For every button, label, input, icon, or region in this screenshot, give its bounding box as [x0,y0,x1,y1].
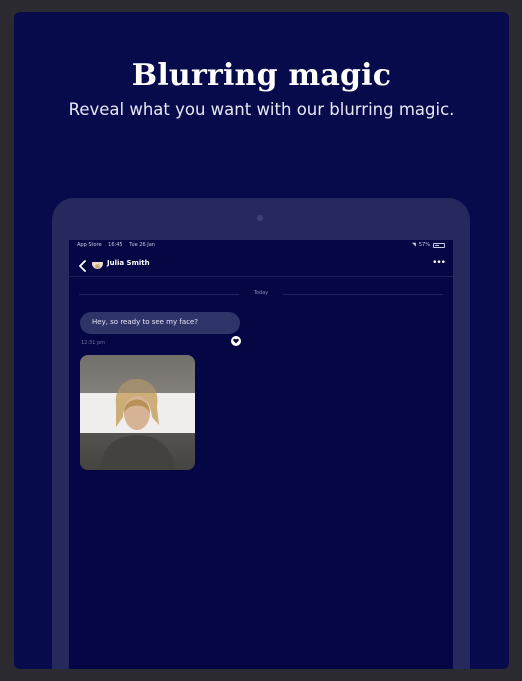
heart-icon[interactable] [231,336,241,346]
divider-line-right [283,294,443,295]
person-silhouette [80,355,195,470]
status-bar: App Store 16:45 Tue 26 Jan ◥ 57% [69,240,453,250]
message-time: 12:31 pm [81,340,106,346]
back-chevron-icon[interactable] [78,257,88,272]
chat-screen: App Store 16:45 Tue 26 Jan ◥ 57% Julia S… [69,240,453,669]
blurred-photo[interactable] [80,355,195,470]
chat-header: Julia Smith ••• [69,252,453,277]
hero-title: Blurring magic [131,58,392,93]
status-right: ◥ 57% [412,242,445,248]
promo-frame: Blurring magic Reveal what you want with… [14,12,509,669]
battery-icon [433,242,445,248]
wifi-icon: ◥ [412,242,416,248]
battery-percent: 57% [418,242,430,248]
status-carrier: App Store [77,242,102,248]
status-left: App Store 16:45 Tue 26 Jan [77,242,160,248]
camera-dot [257,215,263,221]
message-bubble[interactable]: Hey, so ready to see my face? [80,312,240,334]
message-text: Hey, so ready to see my face? [92,318,198,326]
hero-subtitle: Reveal what you want with our blurring m… [68,100,455,119]
tablet-mockup: App Store 16:45 Tue 26 Jan ◥ 57% Julia S… [52,198,470,669]
more-icon[interactable]: ••• [432,258,446,268]
day-label: Today [253,290,269,296]
contact-name[interactable]: Julia Smith [107,259,150,267]
avatar[interactable] [92,258,103,269]
status-date: Tue 26 Jan [129,242,155,248]
day-divider: Today [79,290,443,298]
status-time: 16:45 [108,242,123,248]
